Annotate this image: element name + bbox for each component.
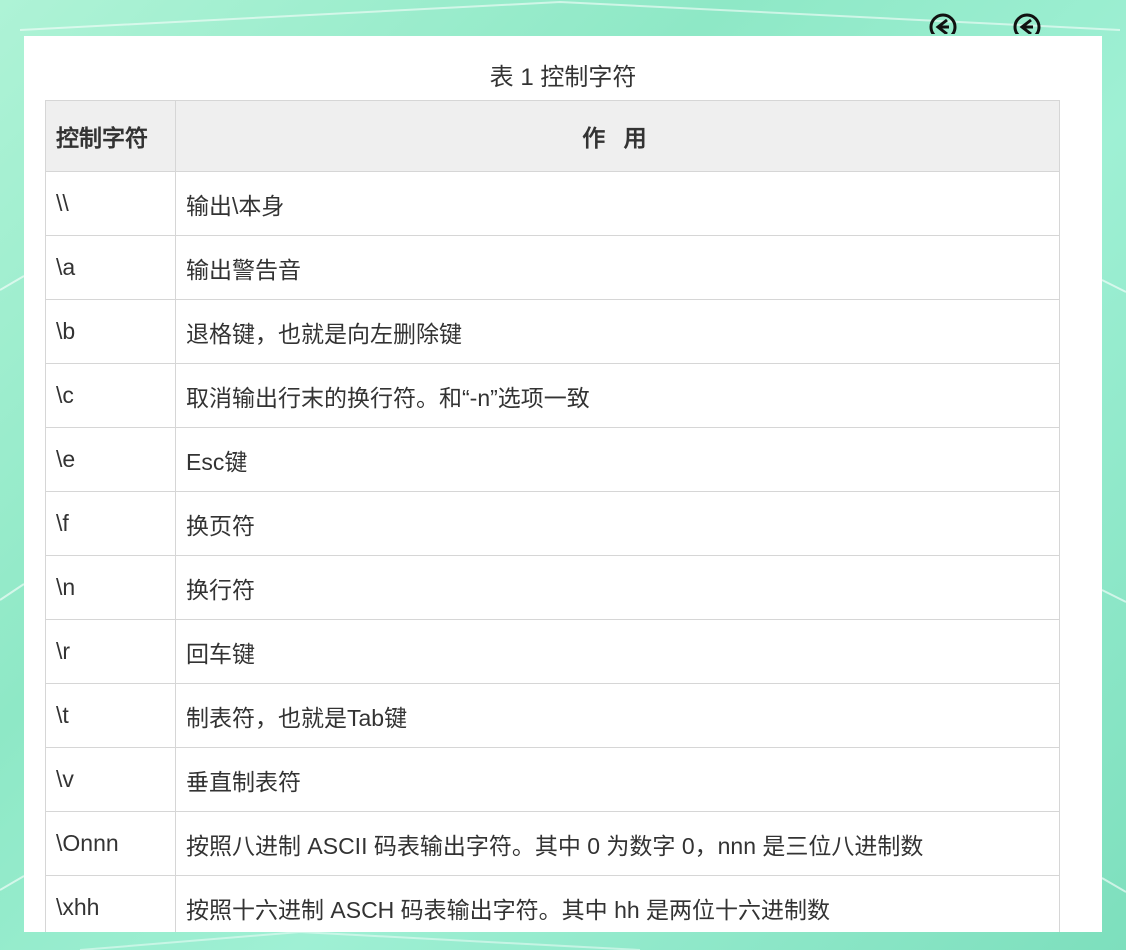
- control-char-cell: \f: [45, 491, 176, 556]
- purpose-cell: 垂直制表符: [175, 747, 1060, 812]
- table-body: \\ 输出\本身 \a 输出警告音 \b 退格键，也就是向左删除键 \c 取消输出行末的换行符…: [45, 171, 1060, 932]
- control-char-cell: \t: [45, 683, 176, 748]
- table-row: \r 回车键: [45, 619, 1060, 684]
- corner-icons: [928, 12, 1042, 34]
- circled-arrow-icon: [928, 12, 958, 34]
- purpose-cell: 按照十六进制 ASCH 码表输出字符。其中 hh 是两位十六进制数: [175, 875, 1060, 932]
- circled-arrow-icon: [1012, 12, 1042, 34]
- purpose-cell: 换页符: [175, 491, 1060, 556]
- control-char-cell: \e: [45, 427, 176, 492]
- purpose-cell: 取消输出行末的换行符。和“-n”选项一致: [175, 363, 1060, 428]
- table-row: \Onnn 按照八进制 ASCII 码表输出字符。其中 0 为数字 0，nnn 是…: [45, 811, 1060, 876]
- table-row: \v 垂直制表符: [45, 747, 1060, 812]
- purpose-cell: 换行符: [175, 555, 1060, 620]
- header-purpose: 作 用: [175, 100, 1060, 172]
- table-row: \c 取消输出行末的换行符。和“-n”选项一致: [45, 363, 1060, 428]
- table-row: \n 换行符: [45, 555, 1060, 620]
- document-card: 表 1 控制字符 控制字符 作 用 \\ 输出\本身 \a 输出警告音 \b 退格键，也就…: [24, 36, 1102, 932]
- table-row: \\ 输出\本身: [45, 171, 1060, 236]
- control-char-cell: \r: [45, 619, 176, 684]
- purpose-cell: 输出\本身: [175, 171, 1060, 236]
- purpose-cell: 回车键: [175, 619, 1060, 684]
- control-chars-table: 控制字符 作 用 \\ 输出\本身 \a 输出警告音 \b 退格键，也就是向左删除键 \c 取…: [45, 100, 1060, 932]
- table-caption: 表 1 控制字符: [489, 64, 637, 91]
- control-char-cell: \b: [45, 299, 176, 364]
- table-row: \xhh 按照十六进制 ASCH 码表输出字符。其中 hh 是两位十六进制数: [45, 875, 1060, 932]
- control-char-cell: \a: [45, 235, 176, 300]
- control-char-cell: \v: [45, 747, 176, 812]
- purpose-cell: 输出警告音: [175, 235, 1060, 300]
- control-char-cell: \xhh: [45, 875, 176, 932]
- control-char-cell: \c: [45, 363, 176, 428]
- table-row: \a 输出警告音: [45, 235, 1060, 300]
- table-row: \t 制表符，也就是Tab键: [45, 683, 1060, 748]
- purpose-cell: 退格键，也就是向左删除键: [175, 299, 1060, 364]
- control-char-cell: \\: [45, 171, 176, 236]
- purpose-cell: 制表符，也就是Tab键: [175, 683, 1060, 748]
- table-row: \f 换页符: [45, 491, 1060, 556]
- control-char-cell: \Onnn: [45, 811, 176, 876]
- purpose-cell: 按照八进制 ASCII 码表输出字符。其中 0 为数字 0，nnn 是三位八进制…: [175, 811, 1060, 876]
- header-control-char: 控制字符: [45, 100, 176, 172]
- table-row: \e Esc键: [45, 427, 1060, 492]
- table-row: \b 退格键，也就是向左删除键: [45, 299, 1060, 364]
- control-char-cell: \n: [45, 555, 176, 620]
- purpose-cell: Esc键: [175, 427, 1060, 492]
- table-header-row: 控制字符 作 用: [45, 100, 1060, 172]
